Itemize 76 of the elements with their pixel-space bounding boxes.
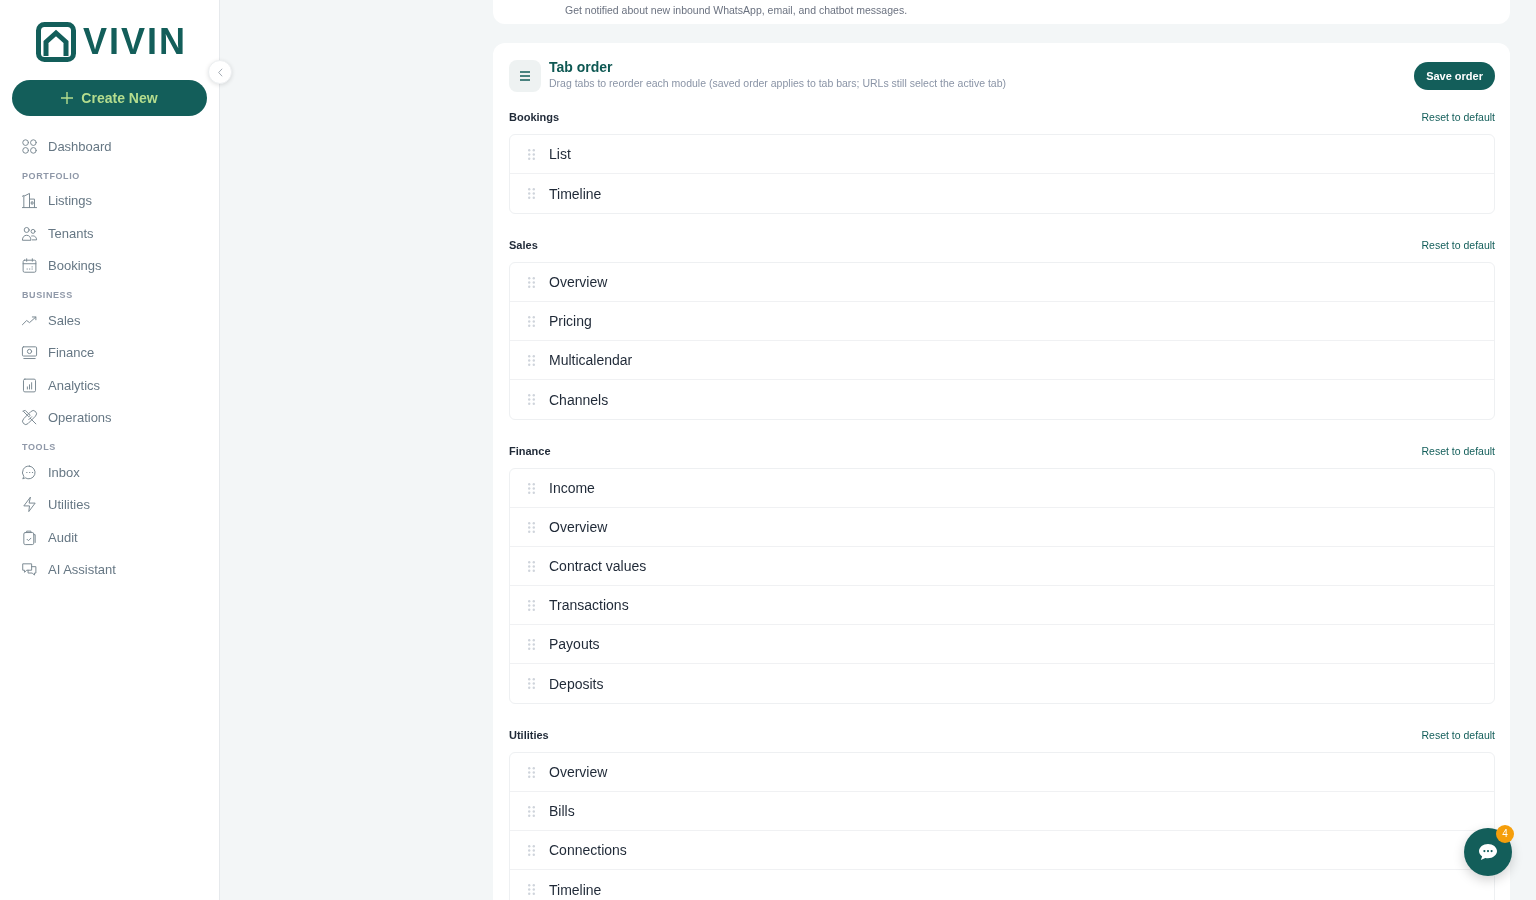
drag-handle-icon — [528, 354, 535, 366]
card-subtitle: Drag tabs to reorder each module (saved order applies to tab bars; URLs still select the active tab) — [549, 76, 1007, 90]
drag-handle-icon — [528, 560, 535, 572]
drag-handle-icon — [528, 521, 535, 533]
tab-row[interactable]: List — [510, 135, 1494, 174]
drag-handle-icon — [528, 188, 535, 199]
drag-handle-icon — [528, 599, 535, 611]
reset-to-default-link[interactable]: Reset to default — [1421, 111, 1495, 123]
drag-handle-icon — [528, 844, 535, 856]
tab-row[interactable]: Overview — [510, 753, 1494, 792]
nav-item[interactable]: Analytics — [0, 369, 211, 402]
reset-to-default-link[interactable]: Reset to default — [1421, 445, 1495, 457]
nav-section-heading: BUSINESS — [22, 289, 74, 301]
module-heading: Utilities — [509, 729, 549, 741]
notice-text: Get notified about new inbound WhatsApp, email, and chatbot messages. — [565, 5, 908, 16]
create-new-button[interactable]: Create New — [12, 80, 207, 116]
clipboard-check-icon — [21, 528, 38, 546]
building-icon — [21, 192, 38, 210]
nav-item[interactable]: Sales — [0, 304, 211, 337]
tab-row[interactable]: Transactions — [510, 586, 1494, 625]
calendar-icon — [21, 257, 38, 275]
save-order-button[interactable]: Save order — [1414, 62, 1495, 90]
tab-row[interactable]: Income — [510, 469, 1494, 508]
tab-row[interactable]: Payouts — [510, 625, 1494, 664]
drag-handle-icon — [528, 766, 535, 778]
module-heading: Sales — [509, 239, 538, 251]
tab-row[interactable]: Timeline — [510, 174, 1494, 213]
nav-item[interactable]: AI Assistant — [0, 553, 211, 586]
drag-handle-icon — [528, 148, 535, 160]
nav-item[interactable]: Utilities — [0, 488, 211, 521]
nav-item[interactable]: Tenants — [0, 217, 211, 250]
reset-to-default-link[interactable]: Reset to default — [1421, 729, 1495, 741]
tools-icon — [21, 409, 38, 427]
tab-row[interactable]: Pricing — [510, 302, 1494, 341]
drag-handle-icon — [528, 805, 535, 817]
nav-item[interactable]: Operations — [0, 401, 211, 434]
drag-handle-icon — [528, 276, 535, 288]
card-title: Tab order — [549, 59, 614, 75]
tab-row[interactable]: Overview — [510, 263, 1494, 302]
tab-row[interactable]: Multicalendar — [510, 341, 1494, 380]
people-icon — [21, 224, 38, 242]
banknote-icon — [21, 344, 38, 362]
lightning-icon — [21, 496, 38, 514]
nav-item[interactable]: Audit — [0, 521, 211, 554]
chat-bubble-icon — [21, 463, 38, 481]
house-logo-icon — [36, 22, 76, 62]
drag-handle-icon — [528, 884, 535, 895]
chat-bubble-icon — [1478, 843, 1498, 861]
tab-row[interactable]: Overview — [510, 508, 1494, 547]
drag-handle-icon — [528, 482, 535, 494]
bar-chart-icon — [21, 376, 38, 394]
tab-row[interactable]: Channels — [510, 380, 1494, 419]
drag-handle-icon — [528, 678, 535, 689]
nav-section-heading: PORTFOLIO — [22, 169, 81, 182]
nav-item[interactable]: Bookings — [0, 249, 211, 282]
grid-icon — [21, 137, 38, 155]
tab-row[interactable]: Contract values — [510, 547, 1494, 586]
nav-item[interactable]: Listings — [0, 184, 211, 217]
plus-icon — [61, 92, 74, 104]
logo-text: VIVIN — [83, 22, 188, 62]
tab-row[interactable]: Timeline — [510, 870, 1494, 900]
tab-row[interactable]: Deposits — [510, 664, 1494, 703]
chat-bubbles-icon — [21, 561, 38, 579]
drag-handle-icon — [528, 394, 535, 405]
nav-section-heading: TOOLS — [22, 441, 57, 453]
module-heading: Bookings — [509, 111, 560, 123]
nav-item[interactable]: Dashboard — [0, 130, 211, 163]
tab-row[interactable]: Bills — [510, 792, 1494, 831]
nav-item[interactable]: Finance — [0, 336, 211, 369]
chevron-left-icon — [217, 67, 223, 77]
menu-lines-icon — [509, 60, 541, 92]
drag-handle-icon — [528, 638, 535, 650]
module-heading: Finance — [509, 445, 551, 457]
drag-handle-icon — [528, 315, 535, 327]
reset-to-default-link[interactable]: Reset to default — [1421, 239, 1495, 251]
nav-item[interactable]: Inbox — [0, 456, 211, 489]
